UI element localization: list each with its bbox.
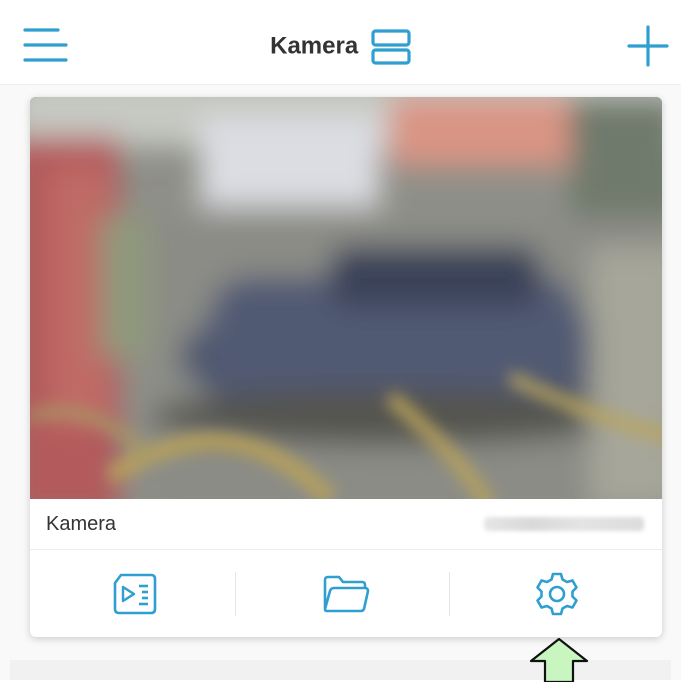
- folder-icon: [323, 575, 370, 613]
- settings-button[interactable]: [452, 557, 662, 631]
- gear-icon: [536, 572, 578, 616]
- playback-button[interactable]: [30, 557, 240, 631]
- files-button[interactable]: [241, 557, 451, 631]
- camera-card: Kamera: [30, 97, 662, 637]
- hint-arrow-icon: [528, 637, 590, 684]
- page-title-group: Kamera: [0, 26, 681, 66]
- camera-id-blurred: [484, 517, 644, 531]
- page-title: Kamera: [270, 32, 359, 60]
- top-bar: Kamera: [0, 0, 681, 85]
- card-divider: [30, 549, 662, 550]
- layout-toggle-button[interactable]: [371, 29, 411, 65]
- layout-toggle-icon: [371, 29, 411, 65]
- add-camera-button[interactable]: [626, 24, 670, 68]
- camera-name: Kamera: [46, 513, 117, 535]
- camera-live-preview[interactable]: [30, 97, 662, 499]
- action-separator: [449, 572, 450, 616]
- sd-card-playback-icon: [113, 573, 157, 615]
- action-separator: [235, 572, 236, 616]
- plus-icon: [627, 25, 669, 67]
- camera-snapshot-image: [30, 97, 662, 499]
